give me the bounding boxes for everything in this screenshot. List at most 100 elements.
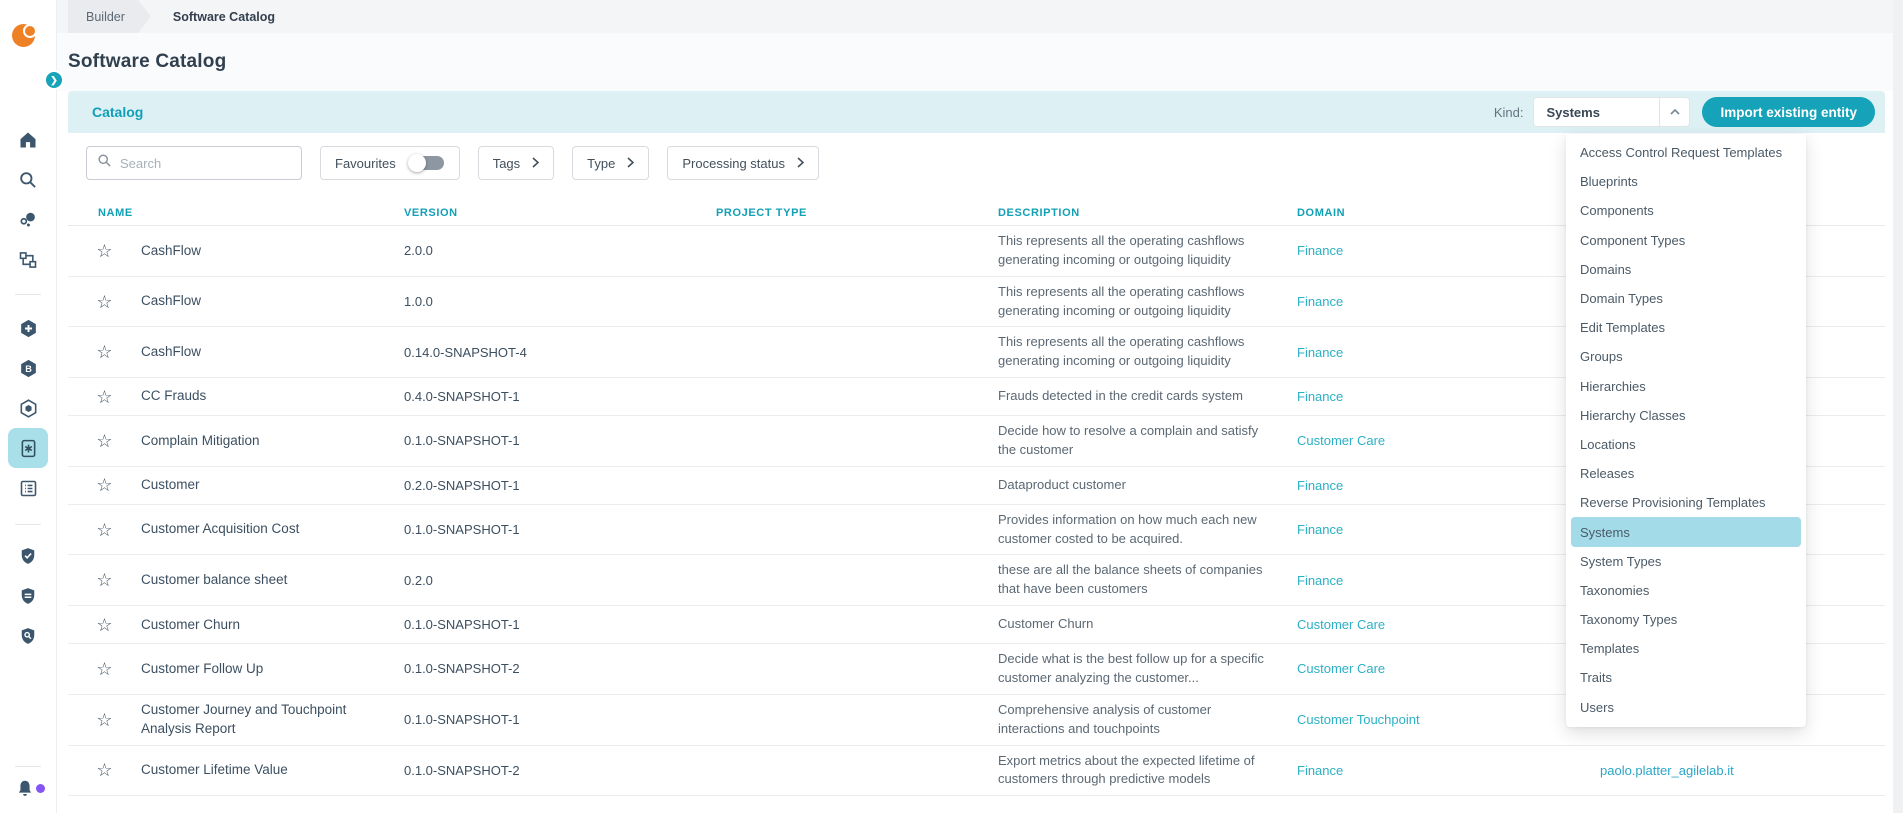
entity-description: Frauds detected in the credit cards syst… [998,381,1297,412]
kind-option[interactable]: Taxonomy Types [1566,605,1806,634]
org-chart-icon[interactable] [8,240,48,280]
chevron-right-icon [532,156,539,171]
table-row[interactable]: ☆ Customer Onboarding 0.1.0-SNAPSHOT-1 P… [68,796,1885,813]
entity-version: 0.1.0-SNAPSHOT-1 [404,433,716,448]
software-catalog-icon[interactable] [8,428,48,468]
kind-option[interactable]: Components [1566,196,1806,225]
table-row[interactable]: ☆ Customer Lifetime Value 0.1.0-SNAPSHOT… [68,746,1885,797]
software-catalog-page: B ❯ Builder Software Cata [0,0,1903,813]
entity-domain-link[interactable]: Finance [1297,243,1600,258]
kind-option[interactable]: Releases [1566,459,1806,488]
kind-option[interactable]: Domains [1566,255,1806,284]
entity-name: Customer Lifetime Value [141,761,404,779]
hexagon-plus-icon[interactable] [8,308,48,348]
kind-option[interactable]: Blueprints [1566,167,1806,196]
kind-option[interactable]: Templates [1566,634,1806,663]
entity-name: CashFlow [141,242,404,260]
kind-option[interactable]: Domain Types [1566,284,1806,313]
favourite-star-icon[interactable]: ☆ [68,388,141,406]
entity-name: CashFlow [141,343,404,361]
shield-lines-icon[interactable] [8,576,48,616]
entity-domain-link[interactable]: Finance [1297,763,1600,778]
search-icon[interactable] [8,160,48,200]
home-icon[interactable] [8,120,48,160]
column-header-domain: DOMAIN [1297,207,1600,219]
entity-version: 0.14.0-SNAPSHOT-4 [404,345,716,360]
entity-name: CashFlow [141,292,404,310]
entity-domain-link[interactable]: Finance [1297,294,1600,309]
entity-version: 0.2.0 [404,573,716,588]
entity-domain-link[interactable]: Finance [1297,522,1600,537]
favourite-star-icon[interactable]: ☆ [68,660,141,678]
favourite-star-icon[interactable]: ☆ [68,293,141,311]
import-existing-entity-button[interactable]: Import existing entity [1702,97,1875,127]
page-scrollbar[interactable] [1893,0,1903,813]
shield-magnifier-icon[interactable] [8,616,48,656]
entity-domain-link[interactable]: Customer Care [1297,617,1600,632]
kind-option[interactable]: Edit Templates [1566,313,1806,342]
kind-option[interactable]: System Types [1566,547,1806,576]
favourite-star-icon[interactable]: ☆ [68,761,141,779]
hexagon-b-icon[interactable]: B [8,348,48,388]
kind-option[interactable]: Hierarchy Classes [1566,401,1806,430]
breadcrumb-current: Software Catalog [173,0,275,33]
entity-name: Customer Churn [141,616,404,634]
sidebar: B [0,0,57,813]
entity-description: Dataproduct customer [998,470,1297,501]
favourite-star-icon[interactable]: ☆ [68,476,141,494]
kind-select[interactable]: Systems [1533,97,1690,127]
favourite-star-icon[interactable]: ☆ [68,616,141,634]
favourite-star-icon[interactable]: ☆ [68,242,141,260]
kind-option[interactable]: Hierarchies [1566,372,1806,401]
tags-filter[interactable]: Tags [478,146,554,180]
entity-domain-link[interactable]: Finance [1297,478,1600,493]
entity-domain-link[interactable]: Customer Care [1297,661,1600,676]
entity-name: Complain Mitigation [141,432,404,450]
app-logo [12,22,44,50]
favourite-star-icon[interactable]: ☆ [68,343,141,361]
entity-description: these are all the balance sheets of comp… [998,555,1297,605]
kind-option[interactable]: Groups [1566,342,1806,371]
kind-label: Kind: [1494,105,1524,120]
svg-text:B: B [25,364,32,374]
hexagon-ring-icon[interactable] [8,388,48,428]
entity-domain-link[interactable]: Finance [1297,573,1600,588]
favourites-filter[interactable]: Favourites [320,146,460,180]
favourite-star-icon[interactable]: ☆ [68,711,141,729]
search-input[interactable] [120,156,291,171]
tags-label: Tags [493,156,520,171]
favourites-toggle[interactable] [408,154,445,172]
kind-option[interactable]: Locations [1566,430,1806,459]
chevron-up-icon[interactable] [1659,98,1689,126]
favourite-star-icon[interactable]: ☆ [68,521,141,539]
processing-status-filter[interactable]: Processing status [667,146,819,180]
kind-option[interactable]: Taxonomies [1566,576,1806,605]
kind-option[interactable]: Traits [1566,663,1806,692]
favourite-star-icon[interactable]: ☆ [68,432,141,450]
entity-version: 0.1.0-SNAPSHOT-2 [404,763,716,778]
entity-domain-link[interactable]: Customer Care [1297,433,1600,448]
entity-domain-link[interactable]: Finance [1297,345,1600,360]
sidebar-divider [15,294,41,295]
type-filter[interactable]: Type [572,146,649,180]
breadcrumb-builder[interactable]: Builder [68,0,151,33]
favourite-star-icon[interactable]: ☆ [68,571,141,589]
entity-description: Comprehensive analysis of customer inter… [998,695,1297,745]
notifications-bell-icon[interactable] [14,778,48,806]
kind-option-selected[interactable]: Systems [1571,517,1801,546]
search-box[interactable] [86,146,302,180]
entity-owner-link[interactable]: paolo.platter_agilelab.it [1600,763,1885,778]
entity-domain-link[interactable]: Finance [1297,389,1600,404]
entity-description: This represents all the operating cashfl… [998,226,1297,276]
shield-check-icon[interactable] [8,536,48,576]
list-card-icon[interactable] [8,468,48,508]
kind-option[interactable]: Component Types [1566,226,1806,255]
entity-domain-link[interactable]: Customer Touchpoint [1297,712,1600,727]
notification-dot [36,784,45,793]
kind-option[interactable]: Access Control Request Templates [1566,138,1806,167]
sidebar-expand-button[interactable]: ❯ [44,70,64,90]
catalog-bar-title: Catalog [92,104,143,120]
kind-option[interactable]: Reverse Provisioning Templates [1566,488,1806,517]
kind-option[interactable]: Users [1566,693,1806,722]
data-bubbles-icon[interactable] [8,200,48,240]
